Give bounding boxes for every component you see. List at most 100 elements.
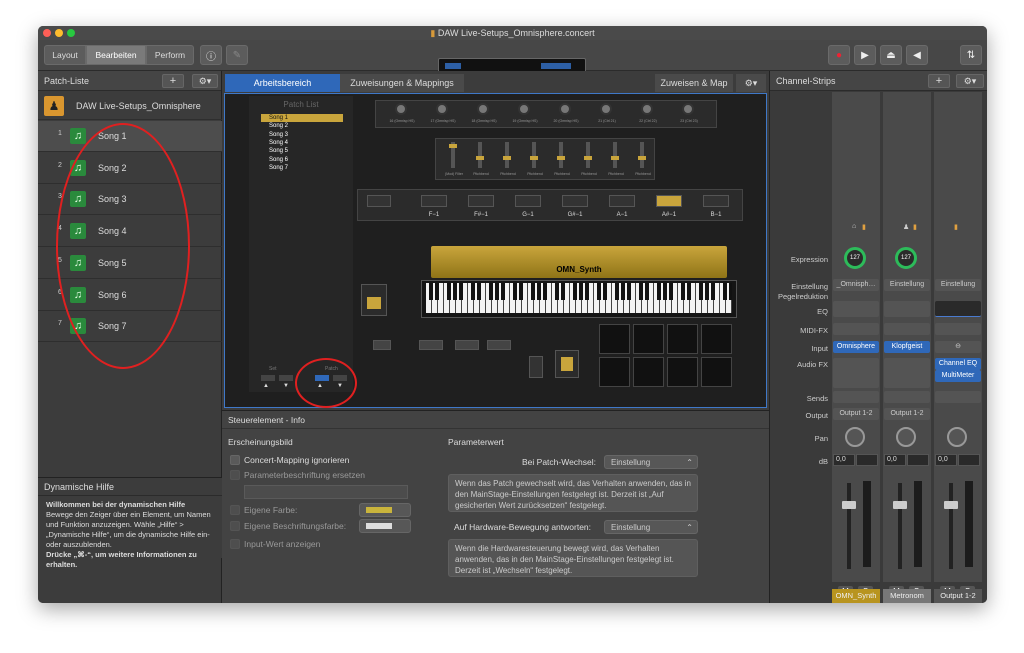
- midi-fx-slot[interactable]: [935, 323, 981, 335]
- drum-pad[interactable]: [667, 324, 698, 354]
- input-slot[interactable]: Omnisphere: [833, 341, 879, 353]
- pan-knob[interactable]: [947, 427, 967, 447]
- pan-knob[interactable]: [845, 427, 865, 447]
- drum-pad[interactable]: [633, 324, 664, 354]
- record-icon[interactable]: ●: [828, 45, 850, 65]
- expression-knob[interactable]: 127: [844, 247, 866, 269]
- knob[interactable]: [641, 103, 653, 115]
- fader-handle[interactable]: [449, 144, 457, 148]
- patch-list-widget[interactable]: Patch List Song 1 Song 2 Song 3 Song 4 Song …: [249, 96, 353, 392]
- fader-handle[interactable]: [893, 501, 907, 509]
- fader[interactable]: [586, 142, 590, 168]
- sustain-pedal[interactable]: [555, 350, 579, 378]
- set-next-button[interactable]: [279, 375, 293, 381]
- stage-button[interactable]: [421, 195, 447, 207]
- black-keys[interactable]: [426, 283, 732, 300]
- strip-name[interactable]: Output 1-2: [934, 589, 982, 603]
- widget-song-item[interactable]: Song 2: [261, 122, 343, 130]
- drum-pad[interactable]: [599, 324, 630, 354]
- replace-label-checkbox[interactable]: [230, 470, 240, 480]
- stage-button[interactable]: [703, 195, 729, 207]
- gear-icon[interactable]: ⚙▾: [192, 74, 218, 88]
- fader[interactable]: [478, 142, 482, 168]
- eq-slot[interactable]: [935, 301, 981, 317]
- audio-fx-slot[interactable]: Channel EQ: [935, 358, 981, 370]
- tab-mappings[interactable]: Zuweisungen & Mappings: [340, 74, 464, 92]
- setting-slot[interactable]: Einstellung: [935, 279, 981, 291]
- tab-workspace[interactable]: Arbeitsbereich: [225, 74, 340, 92]
- eq-slot[interactable]: [884, 301, 930, 317]
- metronome-icon[interactable]: ⏏: [880, 45, 902, 65]
- fader-handle[interactable]: [530, 156, 538, 160]
- fader-handle[interactable]: [944, 501, 958, 509]
- speaker-icon[interactable]: ◀: [906, 45, 928, 65]
- tuner-icon[interactable]: ⇅: [960, 45, 982, 65]
- concert-row[interactable]: ♟ DAW Live-Setups_Omnisphere: [38, 92, 222, 120]
- knob[interactable]: [600, 103, 612, 115]
- fader[interactable]: [505, 142, 509, 168]
- fader[interactable]: [640, 142, 644, 168]
- stage-button[interactable]: [656, 195, 682, 207]
- fader[interactable]: [559, 142, 563, 168]
- volume-fader[interactable]: [935, 477, 981, 573]
- volume-fader[interactable]: [833, 477, 879, 573]
- expression-pedal[interactable]: [529, 356, 543, 378]
- on-patch-change-select[interactable]: Einstellung ⌃: [604, 455, 698, 469]
- knob[interactable]: [436, 103, 448, 115]
- drum-pad[interactable]: [701, 324, 732, 354]
- sends-slot[interactable]: [935, 391, 981, 403]
- widget-song-item[interactable]: Song 4: [261, 139, 343, 147]
- widget-song-item[interactable]: Song 7: [261, 164, 343, 172]
- edit-mode-button[interactable]: Bearbeiten: [86, 45, 146, 65]
- stage-button[interactable]: [562, 195, 588, 207]
- widget-song-item[interactable]: Song 3: [261, 131, 343, 139]
- audio-fx-slot[interactable]: [884, 358, 930, 388]
- fader-handle[interactable]: [503, 156, 511, 160]
- stage-button[interactable]: [468, 195, 494, 207]
- stage-button[interactable]: [515, 195, 541, 207]
- stage-button[interactable]: [455, 340, 479, 350]
- label-color-swatch[interactable]: [359, 519, 411, 533]
- knob[interactable]: [395, 103, 407, 115]
- stage-button[interactable]: [367, 195, 391, 207]
- output-slot[interactable]: Output 1-2: [884, 408, 930, 420]
- sends-slot[interactable]: [884, 391, 930, 403]
- stage-button[interactable]: [419, 340, 443, 350]
- widget-song-item[interactable]: Song 5: [261, 147, 343, 155]
- knob[interactable]: [682, 103, 694, 115]
- fader-handle[interactable]: [557, 156, 565, 160]
- gear-icon[interactable]: ⚙▾: [736, 74, 766, 92]
- knob[interactable]: [559, 103, 571, 115]
- fader[interactable]: [613, 142, 617, 168]
- fader[interactable]: [532, 142, 536, 168]
- set-prev-button[interactable]: [261, 375, 275, 381]
- label-text-field[interactable]: [244, 485, 408, 499]
- drum-pad[interactable]: [599, 357, 630, 387]
- link-icon[interactable]: ⊖: [935, 341, 981, 353]
- show-input-checkbox[interactable]: [230, 539, 240, 549]
- pencil-icon[interactable]: ✎: [226, 45, 248, 65]
- eq-slot[interactable]: [833, 301, 879, 317]
- knob[interactable]: [477, 103, 489, 115]
- drum-pad[interactable]: [667, 357, 698, 387]
- stage-button[interactable]: [609, 195, 635, 207]
- keyboard[interactable]: [421, 280, 737, 318]
- expression-knob[interactable]: 127: [895, 247, 917, 269]
- own-color-checkbox[interactable]: [230, 505, 240, 515]
- fader-handle[interactable]: [638, 156, 646, 160]
- knob[interactable]: [518, 103, 530, 115]
- add-patch-button[interactable]: +: [162, 74, 184, 88]
- fader-handle[interactable]: [611, 156, 619, 160]
- midi-fx-slot[interactable]: [833, 323, 879, 335]
- strip-name[interactable]: OMN_Synth: [832, 589, 880, 603]
- widget-song-item[interactable]: Song 1: [261, 114, 343, 122]
- layout-mode-button[interactable]: Layout: [44, 45, 86, 65]
- audio-fx-slot[interactable]: [833, 358, 879, 388]
- drum-pad[interactable]: [701, 357, 732, 387]
- own-color-swatch[interactable]: [359, 503, 411, 517]
- strip-name[interactable]: Metronom: [883, 589, 931, 603]
- info-icon[interactable]: ⓘ: [200, 45, 222, 65]
- gear-icon[interactable]: ⚙▾: [956, 74, 984, 88]
- play-icon[interactable]: ▶: [854, 45, 876, 65]
- perform-mode-button[interactable]: Perform: [146, 45, 194, 65]
